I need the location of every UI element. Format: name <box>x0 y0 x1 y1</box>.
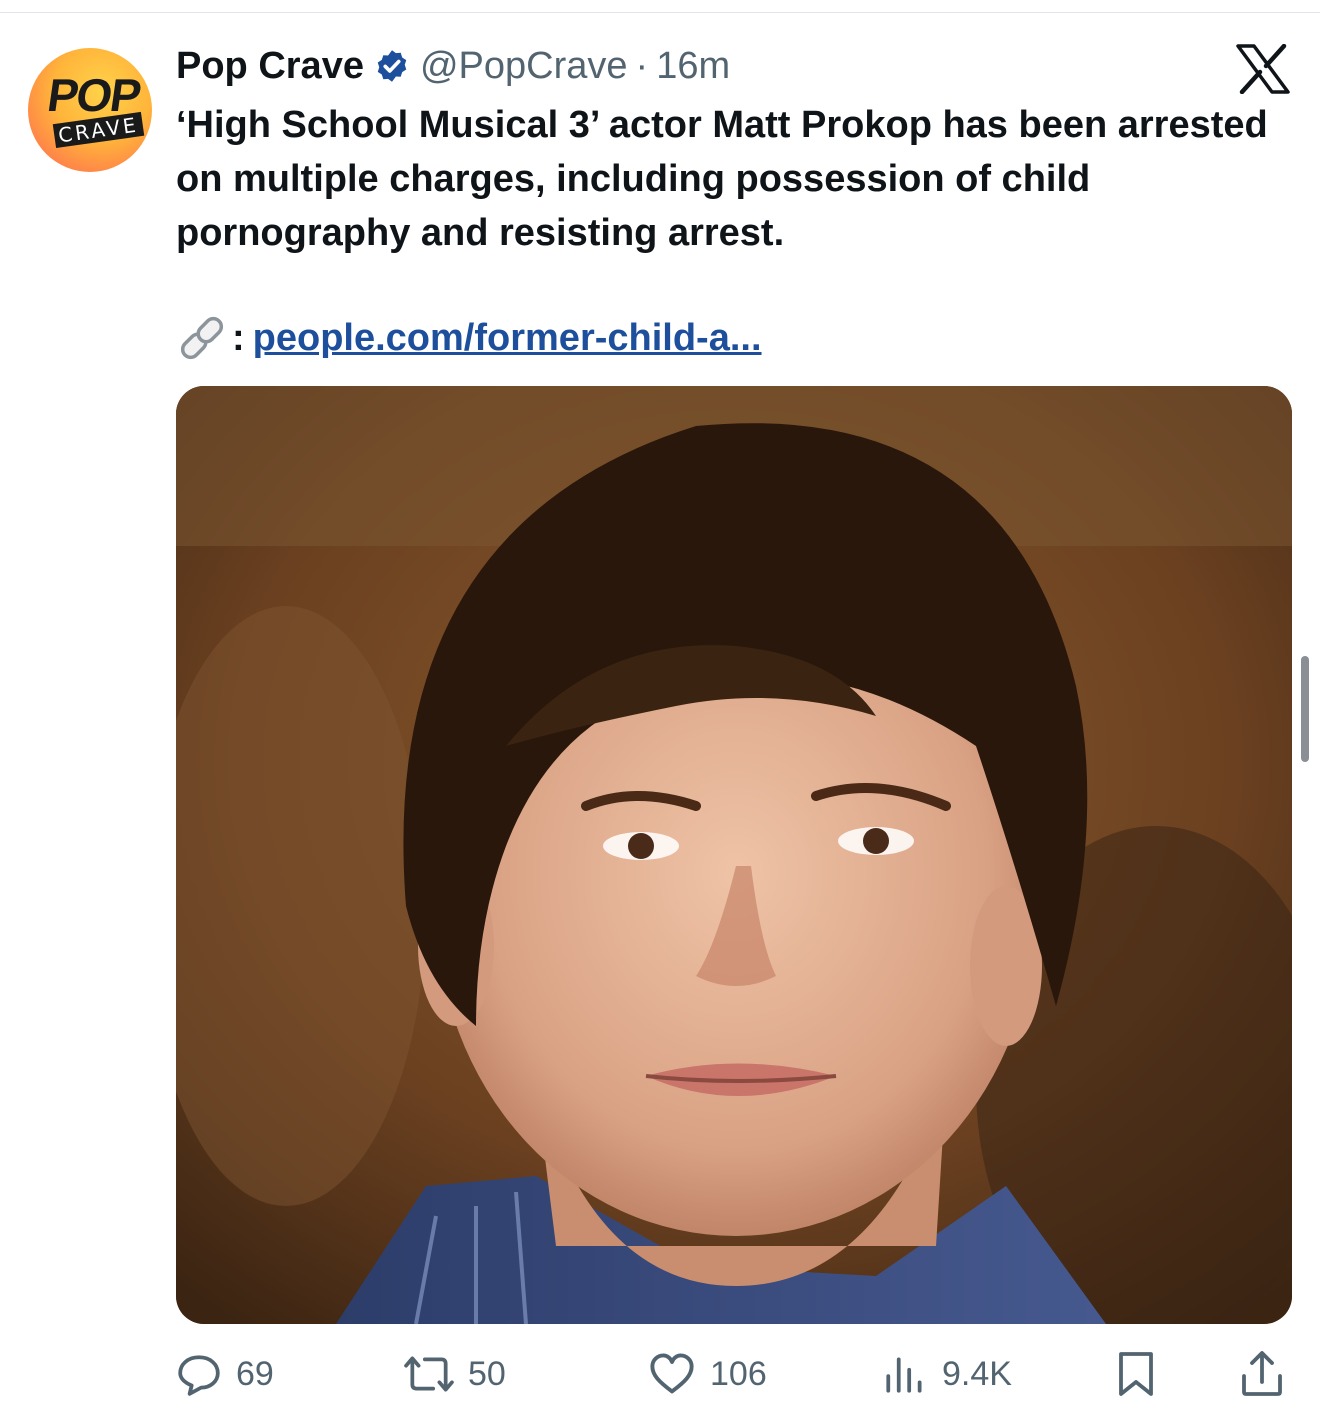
share-icon <box>1242 1351 1282 1396</box>
like-button[interactable]: 106 <box>648 1344 767 1404</box>
post-photo[interactable] <box>176 386 1292 1324</box>
view-count: 9.4K <box>942 1354 1012 1393</box>
reply-icon <box>178 1355 220 1396</box>
bookmark-icon <box>1119 1352 1153 1396</box>
link-icon <box>176 312 228 364</box>
views-icon <box>886 1357 922 1393</box>
post-timestamp[interactable]: 16m <box>656 45 730 88</box>
repost-button[interactable]: 50 <box>404 1344 506 1404</box>
link-colon: : <box>232 316 245 359</box>
verified-badge-icon <box>374 48 410 84</box>
top-divider <box>0 12 1320 13</box>
action-bar: 69 50 106 9.4K <box>176 1344 1292 1404</box>
avatar[interactable]: POP CRAVE <box>28 48 152 172</box>
heart-icon <box>650 1353 694 1394</box>
bookmark-button[interactable] <box>1116 1344 1170 1404</box>
post-text: ‘High School Musical 3’ actor Matt Proko… <box>176 104 1268 254</box>
link-row: : people.com/former-child-a... <box>176 312 762 364</box>
like-count: 106 <box>710 1354 767 1393</box>
repost-count: 50 <box>468 1354 506 1393</box>
share-button[interactable] <box>1240 1344 1298 1404</box>
author-name[interactable]: Pop Crave <box>176 45 364 88</box>
views-button[interactable]: 9.4K <box>882 1344 1012 1404</box>
scrollbar[interactable] <box>1301 656 1309 762</box>
author-handle[interactable]: @PopCrave <box>420 45 628 88</box>
repost-icon <box>404 1356 454 1392</box>
reply-count: 69 <box>236 1354 274 1393</box>
reply-button[interactable]: 69 <box>176 1344 274 1404</box>
post-header: Pop Crave @PopCrave · 16m <box>176 38 730 94</box>
article-link[interactable]: people.com/former-child-a... <box>253 317 762 360</box>
x-logo-icon[interactable] <box>1236 43 1290 95</box>
separator-dot: · <box>635 44 649 87</box>
